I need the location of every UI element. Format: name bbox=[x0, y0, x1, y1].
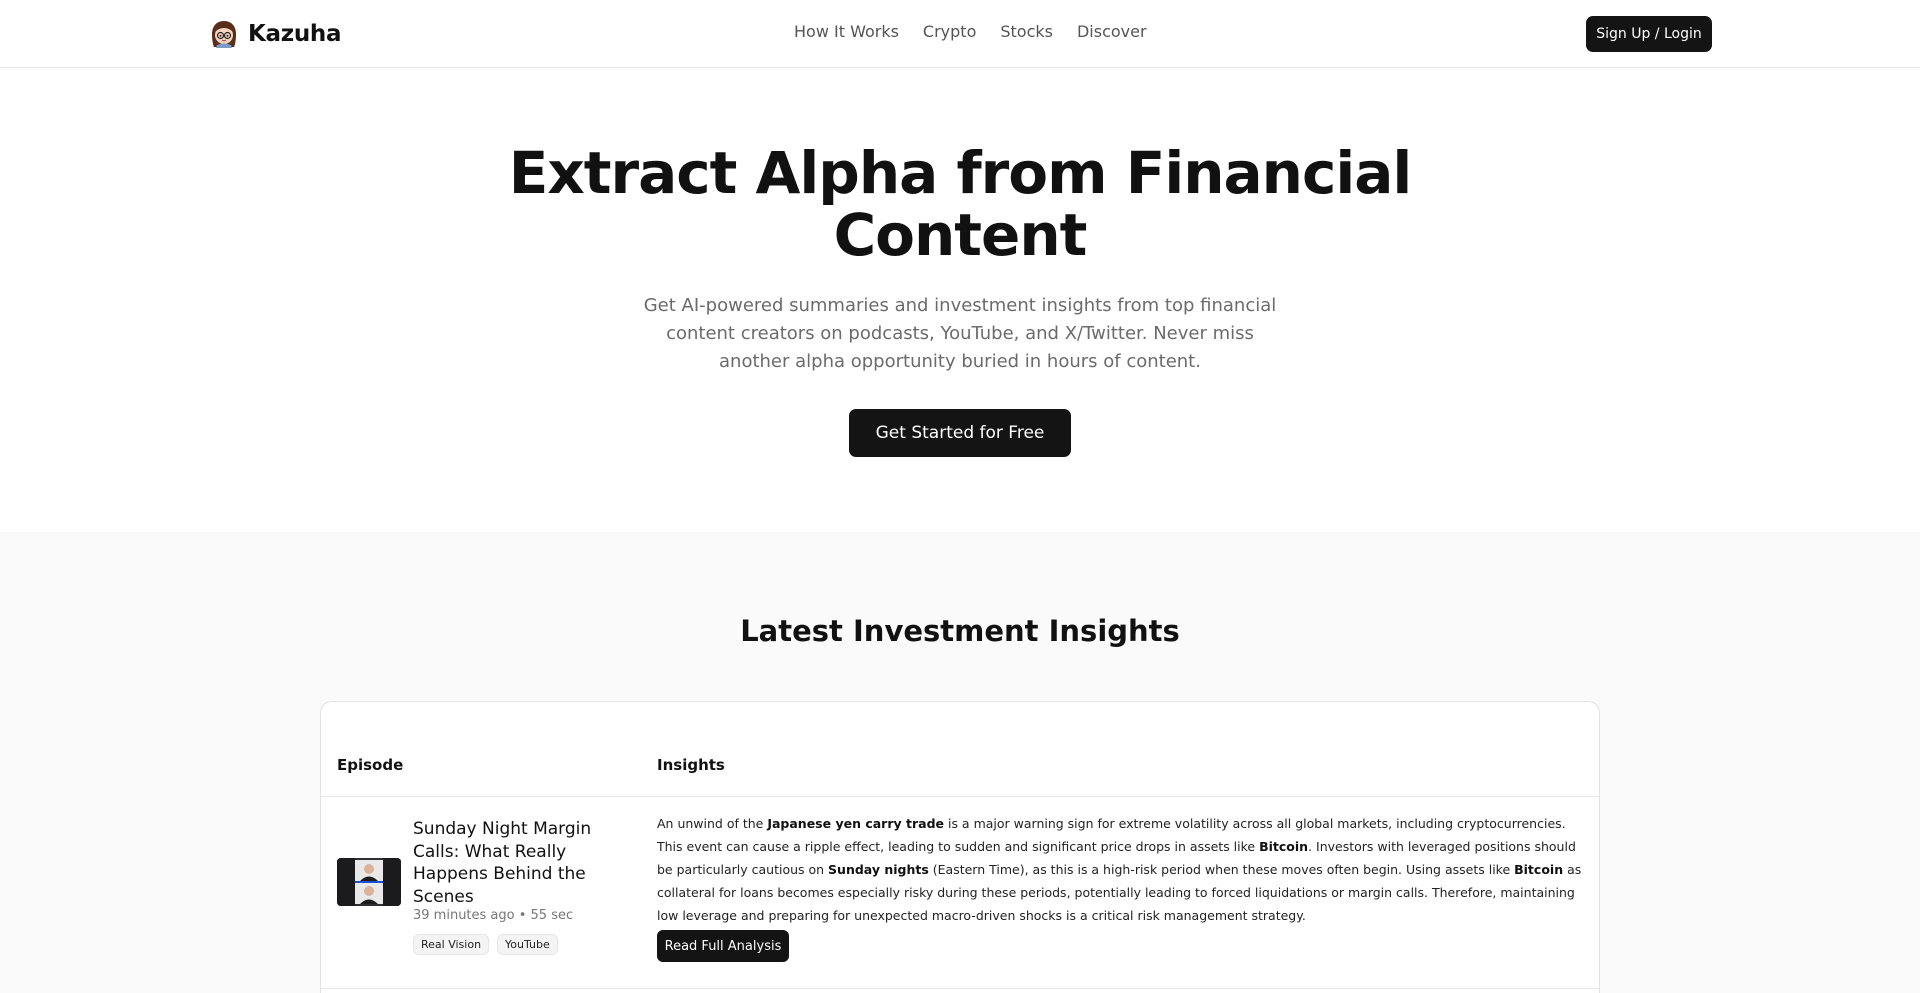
brand-name: Kazuha bbox=[248, 21, 342, 47]
insights-table: Episode Insights Sunday Night Margin Cal… bbox=[320, 701, 1600, 993]
nav-crypto[interactable]: Crypto bbox=[923, 22, 976, 41]
read-full-analysis-button[interactable]: Read Full Analysis bbox=[657, 930, 789, 962]
insight-keyword: Bitcoin bbox=[1259, 839, 1309, 854]
insight-keyword: Japanese yen carry trade bbox=[767, 816, 944, 831]
insight-keyword: Bitcoin bbox=[1514, 862, 1564, 877]
insight-text-part: An unwind of the bbox=[657, 816, 768, 831]
hero-title: Extract Alpha from Financial Content bbox=[508, 139, 1413, 269]
get-started-button[interactable]: Get Started for Free bbox=[849, 409, 1071, 457]
tag-platform[interactable]: YouTube bbox=[497, 934, 558, 955]
nav-discover[interactable]: Discover bbox=[1077, 22, 1147, 41]
episode-tags: Real Vision YouTube bbox=[413, 934, 558, 955]
column-header-episode: Episode bbox=[337, 756, 404, 774]
insight-text: An unwind of the Japanese yen carry trad… bbox=[657, 812, 1585, 927]
header-divider bbox=[321, 796, 1599, 797]
top-header: Kazuha How It Works Crypto Stocks Discov… bbox=[0, 0, 1920, 68]
insights-section: Latest Investment Insights Episode Insig… bbox=[0, 532, 1920, 993]
avatar-logo-icon bbox=[208, 18, 240, 50]
nav-stocks[interactable]: Stocks bbox=[1000, 22, 1053, 41]
insight-text-part: (Eastern Time), as this is a high-risk p… bbox=[928, 862, 1515, 877]
section-title: Latest Investment Insights bbox=[740, 614, 1180, 648]
column-header-insights: Insights bbox=[657, 756, 725, 774]
episode-thumbnail[interactable] bbox=[337, 858, 401, 906]
nav-how-it-works[interactable]: How It Works bbox=[794, 22, 899, 41]
episode-title[interactable]: Sunday Night Margin Calls: What Really H… bbox=[413, 818, 603, 908]
tag-source[interactable]: Real Vision bbox=[413, 934, 490, 955]
brand[interactable]: Kazuha bbox=[208, 16, 342, 52]
insight-keyword: Sunday nights bbox=[828, 862, 929, 877]
episode-meta: 39 minutes ago • 55 sec bbox=[413, 908, 574, 923]
main-nav: How It Works Crypto Stocks Discover bbox=[794, 22, 1147, 41]
row-divider bbox=[321, 988, 1599, 989]
hero-subtitle: Get AI-powered summaries and investment … bbox=[643, 295, 1277, 372]
signup-login-button[interactable]: Sign Up / Login bbox=[1586, 16, 1712, 52]
